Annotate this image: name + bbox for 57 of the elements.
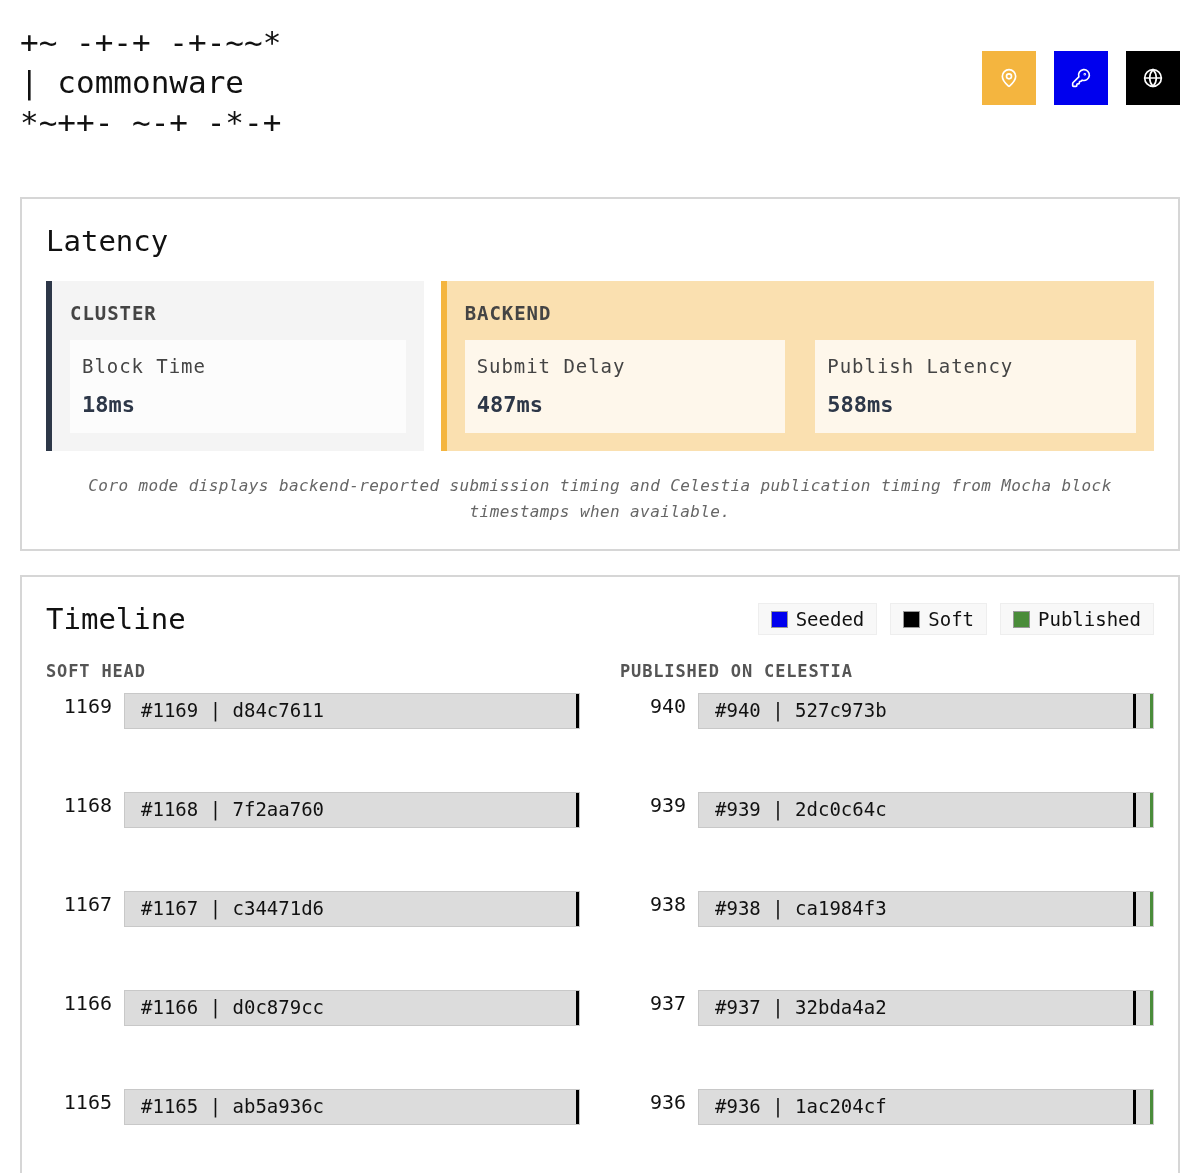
marker-line — [1150, 891, 1153, 926]
metric-label: Submit Delay — [476, 353, 627, 379]
block-height: 1168 — [62, 791, 113, 818]
block-height: 939 — [648, 791, 687, 818]
column-heading: SOFT HEAD — [46, 660, 147, 683]
block-label: #1166 | d0c879cc — [141, 995, 325, 1021]
metric-label: Publish Latency — [827, 353, 1015, 379]
legend-label: Published — [1038, 606, 1141, 632]
marker-line — [576, 792, 579, 827]
legend-label: Soft — [928, 606, 975, 632]
marker-line — [1133, 792, 1136, 827]
block-height: 1165 — [62, 1088, 113, 1115]
header-button[interactable] — [1126, 51, 1180, 105]
header-button[interactable] — [1054, 51, 1108, 105]
block-height: 938 — [648, 890, 687, 917]
marker-line — [1133, 693, 1136, 728]
block-label: #938 | ca1984f3 — [715, 896, 887, 922]
card-title: Timeline — [46, 601, 186, 637]
legend-label: Seeded — [795, 606, 865, 632]
marker-line — [576, 1089, 579, 1124]
marker-line — [1150, 990, 1153, 1025]
pin-icon — [999, 68, 1019, 88]
logo: +~ -+-+ -+-~~* | commonware *~++- ~-+ -*-+ — [20, 23, 282, 142]
note-text: Coro mode displays backend-reported submission timing and Celestia publication timing from Mocha block timestamps when available. — [87, 475, 1113, 523]
block-height: 1166 — [62, 989, 113, 1016]
marker-line — [1150, 792, 1153, 827]
block-height: 1169 — [62, 692, 113, 719]
marker-line — [1133, 1089, 1136, 1124]
group-label: BACKEND — [464, 301, 553, 326]
marker-line — [576, 693, 579, 728]
block-label: #939 | 2dc0c64c — [715, 797, 887, 823]
metric-value: 18ms — [82, 391, 136, 419]
marker-line — [1150, 1089, 1153, 1124]
block-height: 937 — [648, 989, 687, 1016]
key-icon — [1071, 68, 1091, 88]
marker-line — [1133, 990, 1136, 1025]
metric-label: Block Time — [82, 353, 207, 379]
block-height: 940 — [648, 692, 687, 719]
group-label: CLUSTER — [70, 301, 158, 326]
block-label: #940 | 527c973b — [715, 698, 887, 724]
block-height: 1167 — [62, 890, 113, 917]
marker-line — [576, 891, 579, 926]
block-height: 936 — [648, 1088, 687, 1115]
globe-icon — [1143, 68, 1163, 88]
marker-line — [576, 990, 579, 1025]
block-label: #1169 | d84c7611 — [141, 698, 325, 724]
card-title: Latency — [46, 223, 170, 259]
block-label: #1165 | ab5a936c — [141, 1094, 325, 1120]
marker-line — [1150, 693, 1153, 728]
column-heading: PUBLISHED ON CELESTIA — [620, 660, 854, 683]
block-label: #937 | 32bda4a2 — [715, 995, 887, 1021]
block-label: #936 | 1ac204cf — [715, 1094, 887, 1120]
marker-line — [1133, 891, 1136, 926]
block-label: #1167 | c34471d6 — [141, 896, 325, 922]
block-label: #1168 | 7f2aa760 — [141, 797, 325, 823]
metric-value: 588ms — [827, 391, 895, 419]
metric-value: 487ms — [476, 391, 544, 419]
